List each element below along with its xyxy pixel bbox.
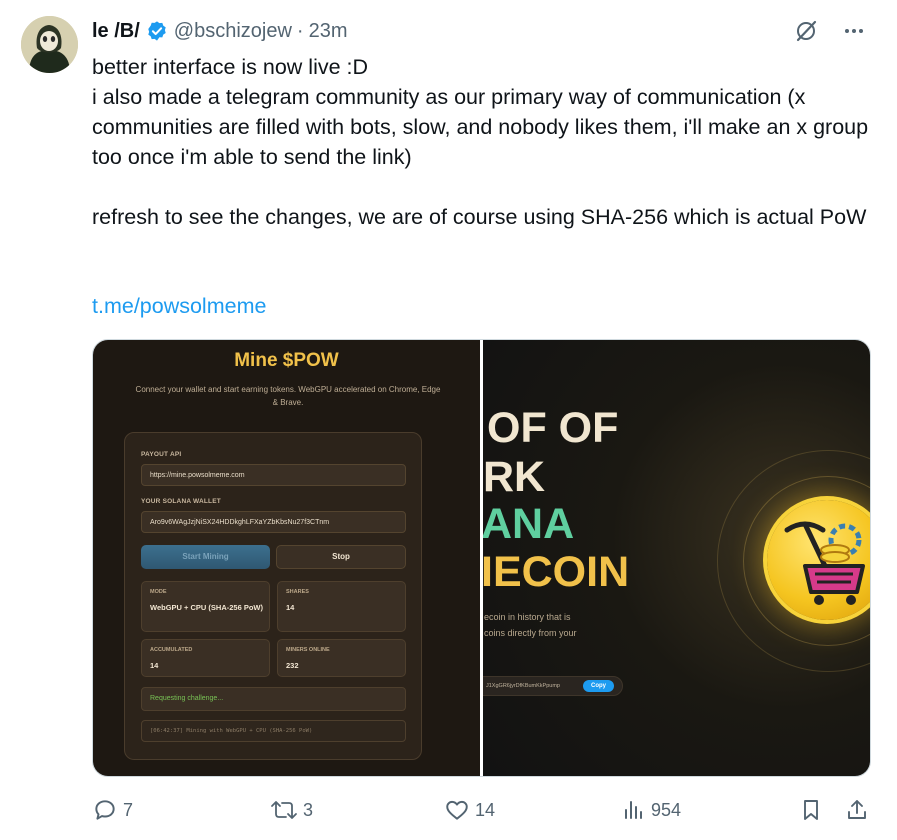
like-button[interactable]: 14 bbox=[444, 794, 495, 826]
payout-label: PAYOUT API bbox=[141, 451, 182, 458]
stat-value: 232 bbox=[286, 661, 299, 670]
action-bar: 7 3 14 954 bbox=[0, 794, 897, 826]
mining-log: [06:42:37] Mining with WebGPU + CPU (SHA… bbox=[141, 720, 406, 742]
views-button[interactable]: 954 bbox=[622, 794, 681, 826]
avatar[interactable] bbox=[21, 16, 78, 73]
coin-logo bbox=[767, 500, 870, 620]
hero-line-1: OF OF bbox=[487, 404, 619, 452]
like-count: 14 bbox=[475, 799, 496, 820]
verified-badge-icon bbox=[148, 21, 166, 41]
more-icon[interactable] bbox=[841, 18, 867, 44]
tweet-text: better interface is now live :D i also m… bbox=[92, 55, 869, 229]
hero-desc-1: ecoin in history that is bbox=[484, 612, 571, 622]
hero-line-4: IECOIN bbox=[483, 548, 630, 596]
stat-mode: MODE WebGPU + CPU (SHA-256 PoW) bbox=[141, 581, 270, 632]
separator: · bbox=[296, 19, 304, 42]
wallet-field[interactable]: Aro9v6WAgJzjNiSX24HDDkghLFXaYZbKbsNu27f3… bbox=[141, 511, 406, 533]
author-name[interactable]: le /B/ bbox=[92, 20, 140, 43]
bookmark-button[interactable] bbox=[799, 794, 823, 826]
stat-label: SHARES bbox=[286, 589, 309, 595]
hero-desc-2: coins directly from your bbox=[484, 628, 577, 638]
mine-title: Mine $POW bbox=[234, 350, 339, 371]
tweet-media[interactable]: Mine $POW Connect your wallet and start … bbox=[92, 339, 871, 777]
mining-card: PAYOUT API https://mine.powsolmeme.com Y… bbox=[124, 432, 422, 760]
hero-line-2: RK bbox=[483, 453, 546, 501]
views-icon bbox=[625, 801, 642, 819]
payout-field[interactable]: https://mine.powsolmeme.com bbox=[141, 464, 406, 486]
stat-shares: SHARES 14 bbox=[277, 581, 406, 632]
stop-button[interactable]: Stop bbox=[276, 545, 406, 569]
start-mining-button[interactable]: Start Mining bbox=[141, 545, 270, 569]
retweet-count: 3 bbox=[303, 799, 314, 820]
stat-label: MODE bbox=[150, 589, 167, 595]
copy-button[interactable]: Copy bbox=[583, 680, 614, 692]
tweet-link[interactable]: t.me/powsolmeme bbox=[92, 291, 266, 321]
hero-line-3: ANA bbox=[483, 500, 575, 548]
stat-miners-online: MINERS ONLINE 232 bbox=[277, 639, 406, 677]
wallet-label: YOUR SOLANA WALLET bbox=[141, 498, 221, 505]
like-icon bbox=[446, 800, 468, 820]
mine-subtitle: Connect your wallet and start earning to… bbox=[135, 385, 441, 407]
views-count: 954 bbox=[651, 799, 682, 820]
stat-accumulated: ACCUMULATED 14 bbox=[141, 639, 270, 677]
media-image-right[interactable]: OF OF RK ANA IECOIN ecoin in history tha… bbox=[483, 340, 870, 776]
status-message: Requesting challenge... bbox=[141, 687, 406, 711]
timestamp[interactable]: 23m bbox=[309, 20, 348, 43]
author-handle[interactable]: @bschizojew bbox=[174, 20, 292, 43]
grok-icon[interactable] bbox=[793, 18, 819, 44]
reply-button[interactable]: 7 bbox=[92, 794, 133, 826]
stat-label: MINERS ONLINE bbox=[286, 647, 330, 653]
bookmark-icon bbox=[804, 800, 818, 820]
stat-value: 14 bbox=[286, 603, 295, 612]
stat-value: 14 bbox=[150, 661, 159, 670]
share-button[interactable] bbox=[845, 794, 869, 826]
media-image-left[interactable]: Mine $POW Connect your wallet and start … bbox=[93, 340, 480, 776]
retweet-icon bbox=[271, 801, 297, 819]
retweet-button[interactable]: 3 bbox=[270, 794, 313, 826]
share-icon bbox=[848, 800, 866, 819]
stat-value: WebGPU + CPU (SHA-256 PoW) bbox=[150, 603, 264, 612]
stat-label: ACCUMULATED bbox=[150, 647, 193, 653]
tweet-header: le /B/ @bschizojew · 23m bbox=[92, 19, 348, 43]
reply-icon bbox=[95, 800, 115, 820]
pickaxe-cart-icon bbox=[784, 521, 865, 605]
reply-count: 7 bbox=[123, 799, 134, 820]
